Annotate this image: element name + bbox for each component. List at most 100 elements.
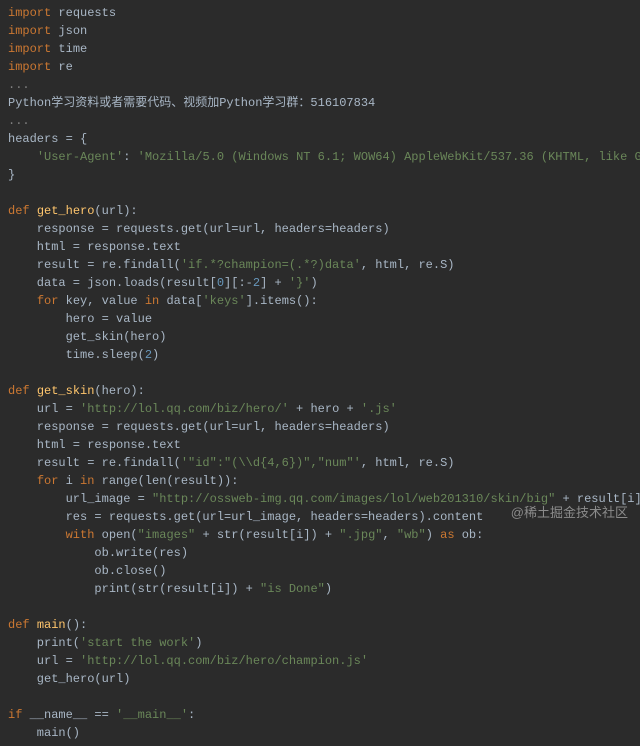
code-line: def get_hero(url): (8, 202, 632, 220)
code-token: 'Mozilla/5.0 (Windows NT 6.1; WOW64) App… (138, 150, 640, 164)
code-line: result = re.findall('"id":"(\\d{4,6})","… (8, 454, 632, 472)
code-token: get_skin (37, 384, 95, 398)
code-line: def get_skin(hero): (8, 382, 632, 400)
code-token: "wb" (397, 528, 426, 542)
code-token: headers = { (8, 132, 87, 146)
code-token: __name__ == (22, 708, 116, 722)
code-line: url_image = "http://ossweb-img.qq.com/im… (8, 490, 632, 508)
code-token: ) (325, 582, 332, 596)
code-token: ][:- (224, 276, 253, 290)
code-line: for i in range(len(result)): (8, 472, 632, 490)
code-line: hero = value (8, 310, 632, 328)
code-token: def (8, 618, 37, 632)
code-token: get_hero (37, 204, 95, 218)
code-token: (): (66, 618, 88, 632)
code-token: print(str(result[i]) + (8, 582, 260, 596)
code-token: with (66, 528, 95, 542)
code-token: import (8, 24, 51, 38)
code-token: hero = value (8, 312, 152, 326)
code-token: ) (426, 528, 440, 542)
code-token: url_image = (8, 492, 152, 506)
code-line: html = response.text (8, 238, 632, 256)
code-line: result = re.findall('if.*?champion=(.*?)… (8, 256, 632, 274)
code-line: import re (8, 58, 632, 76)
code-token: ob: (455, 528, 484, 542)
code-token: url = (8, 402, 80, 416)
code-token: response = requests.get(url=url, headers… (8, 222, 390, 236)
code-token: html = response.text (8, 240, 181, 254)
code-token: 0 (217, 276, 224, 290)
code-token: import (8, 60, 51, 74)
code-token: ] + (260, 276, 289, 290)
code-line: url = 'http://lol.qq.com/biz/hero/' + he… (8, 400, 632, 418)
code-token: get_hero(url) (8, 672, 130, 686)
code-token: for (37, 294, 59, 308)
code-token: 'if.*?champion=(.*?)data' (181, 258, 361, 272)
code-token: in (145, 294, 159, 308)
code-token: ... (8, 114, 30, 128)
code-token: time.sleep( (8, 348, 145, 362)
code-token: 2 (253, 276, 260, 290)
code-token: data[ (159, 294, 202, 308)
code-token: response = requests.get(url=url, headers… (8, 420, 390, 434)
code-token: if (8, 708, 22, 722)
code-token: '.js' (361, 402, 397, 416)
code-line: headers = { (8, 130, 632, 148)
code-line: Python学习资料或者需要代码、视频加Python学习群：516107834 (8, 94, 632, 112)
code-token: '__main__' (116, 708, 188, 722)
code-line: get_hero(url) (8, 670, 632, 688)
code-token: main (37, 618, 66, 632)
code-line: for key, value in data['keys'].items(): (8, 292, 632, 310)
code-line: get_skin(hero) (8, 328, 632, 346)
code-line: import requests (8, 4, 632, 22)
code-line (8, 598, 632, 616)
code-token: requests (51, 6, 116, 20)
code-token: "http://ossweb-img.qq.com/images/lol/web… (152, 492, 555, 506)
code-token: , html, re.S) (361, 258, 455, 272)
code-token: ob.write(res) (8, 546, 188, 560)
code-token: time (51, 42, 87, 56)
code-token: 'start the work' (80, 636, 195, 650)
code-area: import requestsimport jsonimport timeimp… (0, 0, 640, 746)
code-token: res = requests.get(url=url_image, header… (8, 510, 483, 524)
code-token: , (383, 528, 397, 542)
code-line: if __name__ == '__main__': (8, 706, 632, 724)
code-token: main() (8, 726, 80, 740)
code-token: as (440, 528, 454, 542)
code-line: import time (8, 40, 632, 58)
code-token: '}' (289, 276, 311, 290)
code-line: ob.close() (8, 562, 632, 580)
code-line: ... (8, 112, 632, 130)
code-token: 'keys' (202, 294, 245, 308)
code-token (8, 150, 37, 164)
code-token: 2 (145, 348, 152, 362)
code-line: url = 'http://lol.qq.com/biz/hero/champi… (8, 652, 632, 670)
code-token: (url): (94, 204, 137, 218)
code-token: '"id":"(\\d{4,6})","num"' (181, 456, 361, 470)
code-line: } (8, 166, 632, 184)
code-token: : (123, 150, 137, 164)
code-token: ) (152, 348, 159, 362)
code-token: re (51, 60, 73, 74)
code-token: Python学习资料或者需要代码、视频加Python学习群：516107834 (8, 96, 375, 110)
code-token: url = (8, 654, 80, 668)
code-token: ) (310, 276, 317, 290)
code-token: ".jpg" (339, 528, 382, 542)
code-line: html = response.text (8, 436, 632, 454)
code-line: data = json.loads(result[0][:-2] + '}') (8, 274, 632, 292)
code-token (8, 294, 37, 308)
code-token: + result[i] + (555, 492, 640, 506)
code-token: def (8, 204, 37, 218)
code-token: (hero): (94, 384, 144, 398)
code-token: import (8, 42, 51, 56)
code-line: ... (8, 76, 632, 94)
code-line: print('start the work') (8, 634, 632, 652)
code-token: data = json.loads(result[ (8, 276, 217, 290)
code-token: , html, re.S) (361, 456, 455, 470)
code-token: } (8, 168, 15, 182)
code-line: ob.write(res) (8, 544, 632, 562)
code-token: : (188, 708, 195, 722)
code-token: "is Done" (260, 582, 325, 596)
code-token: in (80, 474, 94, 488)
code-token: ].items(): (246, 294, 318, 308)
